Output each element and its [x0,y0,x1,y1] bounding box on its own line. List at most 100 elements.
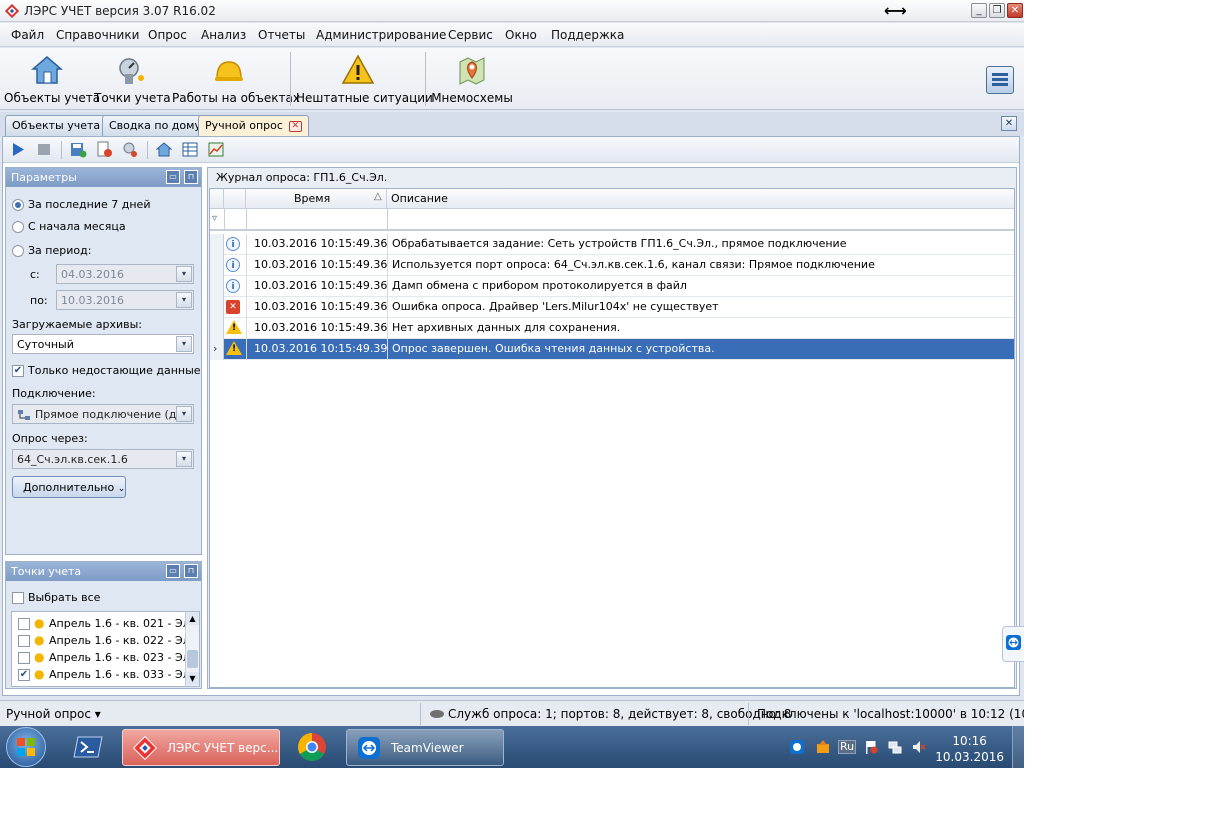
list-item[interactable]: ✔ ● Апрель 1.6 - кв. 033 - Эл.сч [14,667,199,683]
connection-label: Подключение: [12,387,96,400]
menu-directories[interactable]: Справочники [56,28,139,42]
stop-icon[interactable] [35,141,53,158]
ribbon-works-button[interactable]: Работы на объектах [172,48,300,110]
save-add-icon[interactable] [69,141,87,158]
ribbon-mnemo-button[interactable]: Мнемосхемы [430,48,514,110]
status-divider [748,703,749,725]
calendar-dropdown-icon[interactable]: ▾ [176,292,192,308]
filter-row[interactable]: ▿ [210,209,1014,231]
minimize-button[interactable]: _ [971,3,987,18]
from-date-field[interactable]: 04.03.2016 ▾ [56,264,194,284]
list-item[interactable]: ● Апрель 1.6 - кв. 023 - Эл. [14,650,193,666]
filter-divider [387,209,388,229]
panel-pin-icon[interactable]: ⊓ [184,170,198,184]
chrome-icon[interactable] [296,731,328,763]
archives-select[interactable]: Суточный ▾ [12,334,194,354]
point-checkbox[interactable] [18,652,30,664]
meter-settings-icon[interactable] [121,141,139,158]
header-icon-col [224,189,246,209]
table-row[interactable]: i 10.03.2016 10:15:49.365 Используется п… [210,255,1014,276]
archives-label: Загружаемые архивы: [12,318,142,331]
row-indicator [210,276,224,297]
table-row[interactable]: i 10.03.2016 10:15:49.365 Обрабатывается… [210,234,1014,255]
panel-pin-icon[interactable]: ⊓ [184,564,198,578]
table-row-selected[interactable]: › ! 10.03.2016 10:15:49.397 Опрос заверш… [210,339,1014,360]
connection-select[interactable]: Прямое подключение (д... ▾ [12,404,194,424]
teamviewer-icon [357,736,381,760]
home-icon[interactable] [155,141,173,158]
period-month-radio[interactable] [12,221,24,233]
menu-support[interactable]: Поддержка [551,28,624,42]
tab-manual-poll[interactable]: Ручной опрос ✕ [198,115,309,137]
col-time-header[interactable]: Время △ [246,189,387,209]
menu-file[interactable]: Файл [11,28,44,42]
show-desktop-button[interactable] [1012,726,1024,768]
list-item[interactable]: ● Апрель 1.6 - кв. 022 - Эл. [14,633,193,649]
panel-minimize-icon[interactable]: ▭ [166,564,180,578]
list-scrollbar[interactable]: ▲ ▼ [185,612,199,686]
select-all-checkbox[interactable] [12,592,24,604]
col-desc-header[interactable]: Описание [387,189,1014,209]
via-select[interactable]: 64_Сч.эл.кв.сек.1.6 ▾ [12,449,194,469]
panel-minimize-icon[interactable]: ▭ [166,170,180,184]
play-icon[interactable] [9,141,27,158]
network-tray-icon[interactable] [888,740,902,754]
chevron-down-icon[interactable]: ▾ [176,336,192,352]
point-checkbox[interactable] [18,635,30,647]
point-checkbox[interactable]: ✔ [18,669,30,681]
chart-icon[interactable] [207,141,225,158]
menu-window[interactable]: Окно [505,28,537,42]
teamviewer-side-tab[interactable] [1002,626,1024,662]
table-row[interactable]: i 10.03.2016 10:15:49.365 Дамп обмена с … [210,276,1014,297]
restore-button[interactable]: ❐ [989,3,1005,18]
table-row[interactable]: ✕ 10.03.2016 10:15:49.365 Ошибка опроса.… [210,297,1014,318]
scroll-thumb[interactable] [187,650,198,668]
system-clock[interactable]: 10:16 10.03.2016 [935,733,1004,765]
scroll-down-icon[interactable]: ▼ [186,672,199,685]
only-missing-checkbox[interactable]: ✔ [12,365,24,377]
filter-icon[interactable]: ▿ [212,213,217,224]
teamviewer-tray-icon[interactable] [790,740,804,754]
chevron-down-icon[interactable]: ▾ [176,451,192,467]
ribbon-points-button[interactable]: Точки учета [94,48,171,110]
list-item[interactable]: ● Апрель 1.6 - кв. 021 - Эл. [14,616,193,632]
table-icon[interactable] [181,141,199,158]
layout-menu-icon[interactable] [986,66,1014,94]
close-window-button[interactable]: ✕ [1007,3,1023,18]
table-row[interactable]: ! 10.03.2016 10:15:49.365 Нет архивных д… [210,318,1014,339]
more-options-button[interactable]: Дополнительно ⌄ [12,476,126,498]
taskbar-lers-button[interactable]: ЛЭРС УЧЕТ верс... [122,729,280,766]
menu-polling[interactable]: Опрос [148,28,187,42]
ribbon-incidents-button[interactable]: Нештатные ситуации [296,48,433,110]
ribbon: Объекты учета Точки учета Работы на объе… [0,48,1024,110]
close-document-button[interactable]: ✕ [1001,116,1017,131]
to-date-field[interactable]: 10.03.2016 ▾ [56,290,194,310]
menu-reports[interactable]: Отчеты [258,28,305,42]
start-button[interactable] [6,727,46,767]
period-last7-radio[interactable] [12,199,24,211]
resize-arrows-icon: ⟷ [884,1,907,20]
volume-muted-tray-icon[interactable] [912,740,926,754]
delete-doc-icon[interactable] [95,141,113,158]
tab-objects[interactable]: Объекты учета [5,115,108,136]
meter-icon [115,54,147,86]
menu-analysis[interactable]: Анализ [201,28,246,42]
menu-service[interactable]: Сервис [448,28,493,42]
point-checkbox[interactable] [18,618,30,630]
scroll-up-icon[interactable]: ▲ [186,612,199,625]
tab-manual-poll-label: Ручной опрос [205,119,283,132]
updater-tray-icon[interactable] [816,740,830,754]
flag-alert-tray-icon[interactable] [864,740,878,754]
chevron-down-icon[interactable]: ▾ [176,406,192,422]
grid-header: Время △ Описание [210,189,1014,209]
menu-administration[interactable]: Администрирование [316,28,446,42]
tab-close-icon[interactable]: ✕ [288,120,302,132]
taskbar-teamviewer-button[interactable]: TeamViewer [346,729,504,766]
status-mode[interactable]: Ручной опрос ▾ [6,707,101,721]
period-custom-radio[interactable] [12,245,24,257]
language-indicator[interactable]: Ru [838,740,856,754]
powershell-icon[interactable] [72,733,104,761]
tab-house-summary[interactable]: Сводка по дому [102,115,208,136]
calendar-dropdown-icon[interactable]: ▾ [176,266,192,282]
ribbon-objects-button[interactable]: Объекты учета [4,48,100,110]
